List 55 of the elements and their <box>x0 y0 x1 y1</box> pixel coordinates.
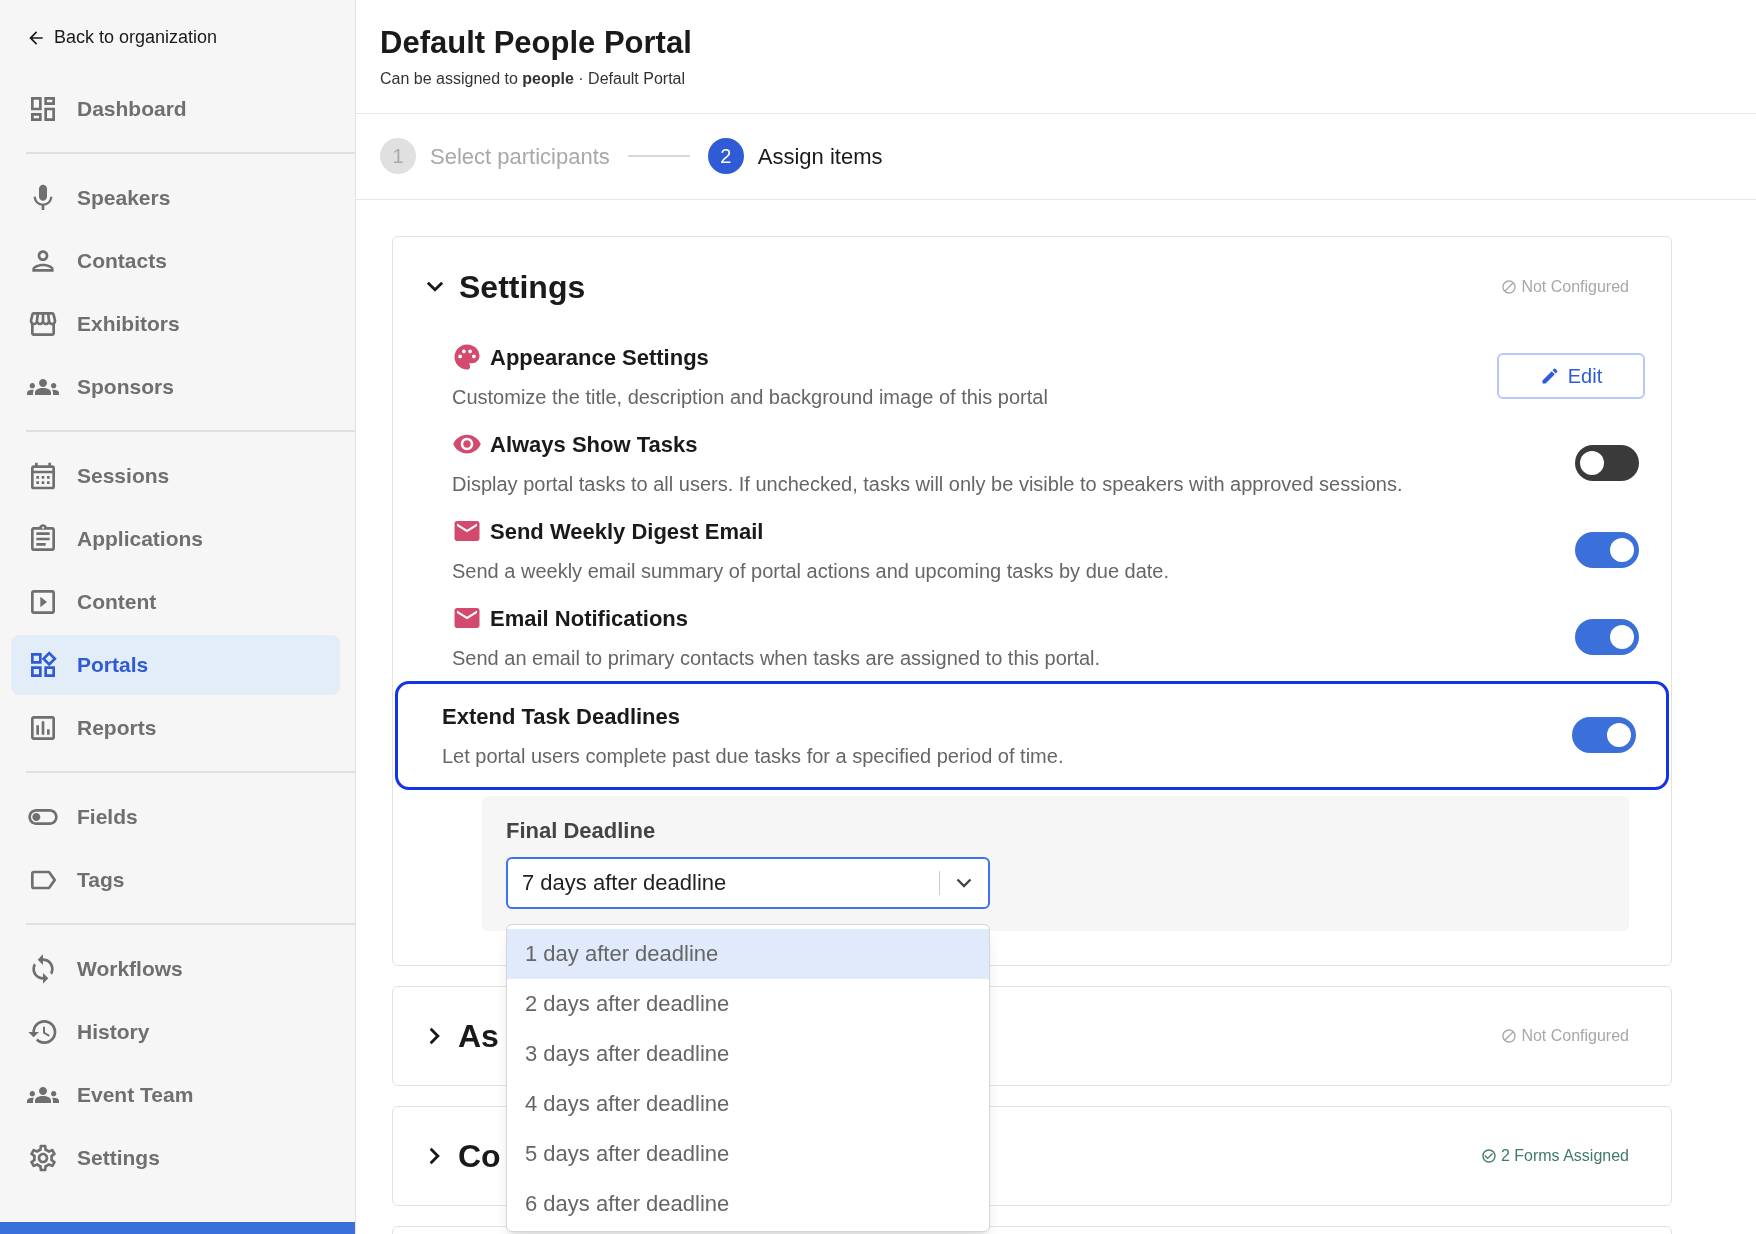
dropdown-option[interactable]: 6 days after deadline <box>507 1178 989 1229</box>
page-subtitle: Can be assigned to people · Default Portal <box>380 68 687 89</box>
sidebar-item[interactable]: Fields <box>11 786 340 847</box>
chevron-down-icon <box>426 281 444 293</box>
setting-description: Customize the title, description and background image of this portal <box>452 384 1048 410</box>
status-label: 2 Forms Assigned <box>1480 1143 1629 1168</box>
sidebar-item[interactable]: Content <box>11 571 340 632</box>
toggle-switch[interactable] <box>1575 619 1639 656</box>
setting-description: Send an email to primary contacts when tasks are assigned to this portal. <box>452 645 1101 671</box>
status-label: Not Configured <box>1501 1023 1629 1048</box>
dropdown-option[interactable]: 3 days after deadline <box>507 1028 989 1079</box>
sidebar-item[interactable]: Portals <box>11 634 340 695</box>
section-header[interactable]: As <box>419 1011 499 1060</box>
edit-button[interactable]: Edit <box>1497 353 1645 400</box>
dropdown-option[interactable]: 5 days after deadline <box>507 1128 989 1179</box>
dropdown-option[interactable]: 2 days after deadline <box>507 978 989 1029</box>
setting-description: Send a weekly email summary of portal actions and upcoming tasks by due date. <box>452 558 1170 584</box>
blocked-icon <box>1501 278 1518 295</box>
sidebar-item[interactable]: Dashboard <box>11 78 344 139</box>
chevron-down-icon <box>956 877 972 888</box>
field-label: Final Deadline <box>506 816 657 845</box>
sidebar-item[interactable]: Speakers <box>11 167 340 228</box>
setting-description: Let portal users complete past due tasks for a specified period of time. <box>442 743 1064 769</box>
page-title: Default People Portal <box>380 24 693 62</box>
back-link[interactable]: Back to organization <box>0 0 355 65</box>
setting-title: Extend Task Deadlines <box>442 702 680 731</box>
setting-title: Email Notifications <box>490 604 689 633</box>
toggle-switch[interactable] <box>1572 717 1636 754</box>
sidebar-item[interactable]: Exhibitors <box>11 293 340 354</box>
sidebar-item[interactable]: Workflows <box>11 938 340 999</box>
sidebar-item[interactable]: Applications <box>11 508 340 569</box>
sidebar-item[interactable]: History <box>11 1001 340 1062</box>
dropdown-option[interactable]: 1 day after deadline <box>507 928 989 979</box>
deadline-select[interactable]: 7 days after deadline <box>506 856 990 909</box>
setting-title: Appearance Settings <box>490 343 709 372</box>
blocked-icon <box>1501 1027 1518 1044</box>
sidebar-item[interactable]: Event Team <box>11 1064 340 1125</box>
sidebar-item[interactable]: Tags <box>11 849 340 910</box>
step-tab[interactable]: 2 Assign items <box>707 138 883 175</box>
chevron-right-icon <box>429 1146 440 1165</box>
sidebar-item[interactable]: Settings <box>11 1127 340 1188</box>
sidebar-item[interactable]: Reports <box>11 697 340 758</box>
sidebar-item[interactable]: Sponsors <box>11 356 340 417</box>
setting-title: Always Show Tasks <box>490 430 698 459</box>
toggle-switch[interactable] <box>1575 532 1639 569</box>
chevron-right-icon <box>429 1026 440 1045</box>
dropdown-option[interactable]: 4 days after deadline <box>507 1078 989 1129</box>
sidebar-item[interactable]: Contacts <box>11 230 340 291</box>
section-header[interactable]: Settings <box>419 262 586 311</box>
section-header[interactable]: Co <box>419 1131 501 1180</box>
toggle-switch[interactable] <box>1575 445 1639 482</box>
status-label: Not Configured <box>1501 274 1629 299</box>
setting-description: Display portal tasks to all users. If unchecked, tasks will only be visible to speakers with approved sessions. <box>452 471 1403 497</box>
sidebar-item[interactable]: Sessions <box>11 445 340 506</box>
setting-title: Send Weekly Digest Email <box>490 517 764 546</box>
